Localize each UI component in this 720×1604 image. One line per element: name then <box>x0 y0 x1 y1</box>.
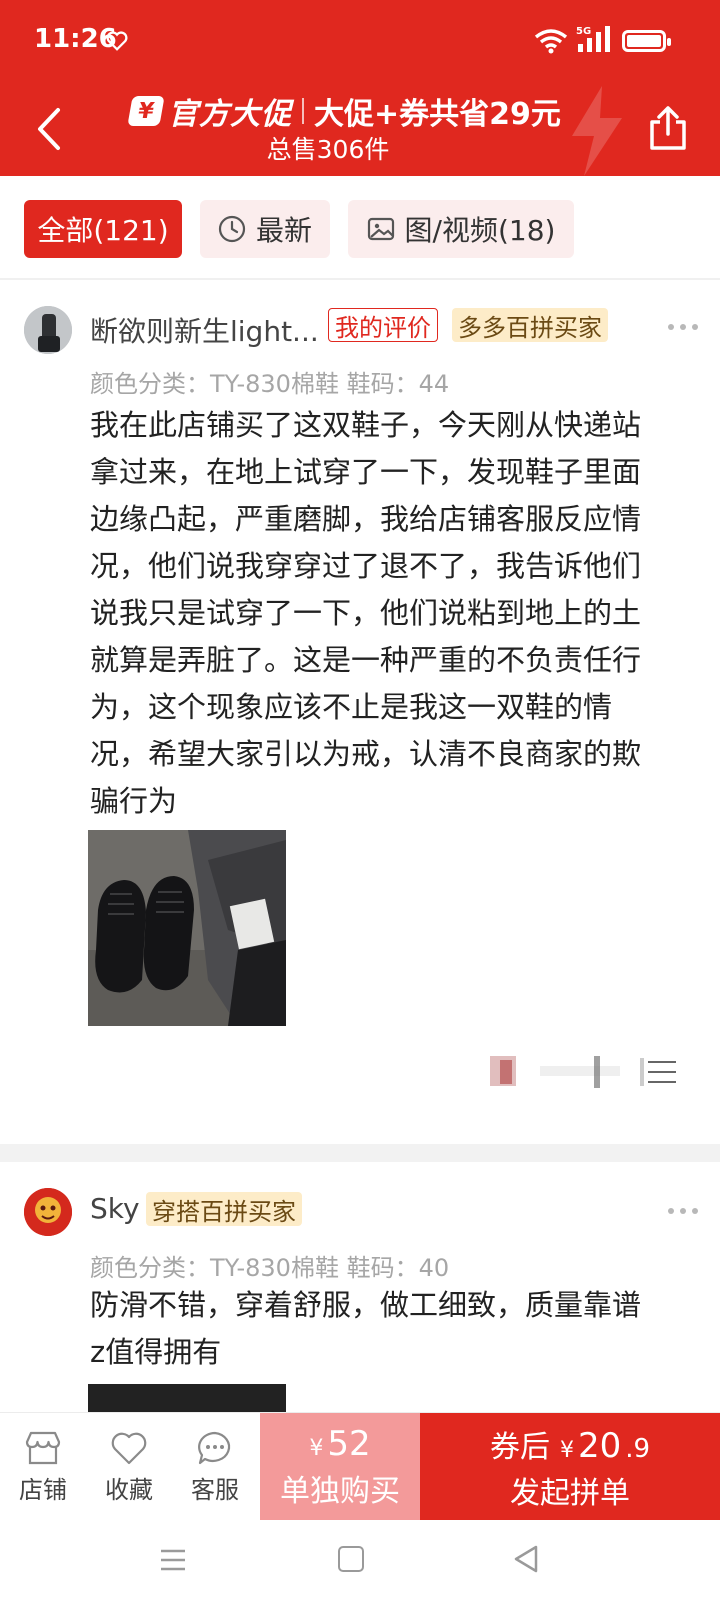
review-text-line: 我在此店铺买了这双鞋子，今天刚从快递站 <box>90 408 642 442</box>
buy-alone-button[interactable]: ¥ 52 单独购买 <box>260 1413 420 1521</box>
group-price-decimal: .9 <box>625 1434 651 1464</box>
top-header: 11:26 5G ¥ 官方大促 大促+券共省29元 总售306件 <box>0 0 720 176</box>
buyer-badge: 多多百拼买家 <box>452 308 608 342</box>
promo-divider <box>302 98 304 124</box>
my-review-badge: 我的评价 <box>328 308 438 342</box>
promo-banner: ¥ 官方大促 大促+券共省29元 <box>127 88 561 134</box>
review-text-line: 为，这个现象应该不止是我这一双鞋的情 <box>90 690 613 724</box>
review-item: Sky 穿搭百拼买家 颜色分类：TY-830棉鞋 鞋码：40 防滑不错，穿着舒服… <box>0 1162 720 1412</box>
review-photo[interactable] <box>88 830 286 1026</box>
review-text-line: 骗行为 <box>90 784 178 818</box>
yen-logo-icon: ¥ <box>127 96 165 126</box>
avatar-image <box>24 1188 72 1236</box>
tab-all[interactable]: 全部(121) <box>24 200 182 258</box>
group-buy-label: 发起拼单 <box>510 1476 630 1511</box>
signal-icon: 5G <box>576 26 610 52</box>
review-text-line: 况，希望大家引以为戒，认清不良商家的欺 <box>90 737 642 771</box>
more-options-icon[interactable] <box>668 324 698 332</box>
product-spec: 颜色分类：TY-830棉鞋 鞋码：44 <box>90 370 450 398</box>
service-label: 客服 <box>191 1475 239 1504</box>
product-spec: 颜色分类：TY-830棉鞋 鞋码：40 <box>90 1254 450 1282</box>
group-price-integer: 20 <box>577 1426 622 1466</box>
menu-icon[interactable] <box>160 1548 186 1572</box>
review-text-line: 况，他们说我穿穿过了退不了，我告诉他们 <box>90 549 642 583</box>
status-bar: 11:26 5G <box>0 0 720 80</box>
avatar[interactable] <box>24 1188 72 1236</box>
tab-label: 全部(121) <box>37 214 169 247</box>
review-text-line: 边缘凸起，严重磨脚，我给店铺客服反应情 <box>90 502 642 536</box>
store-label: 店铺 <box>19 1475 67 1504</box>
more-options-icon[interactable] <box>668 1208 698 1216</box>
total-sold-count: 总售306件 <box>266 135 390 164</box>
review-text-line: 说我只是试穿了一下，他们说粘到地上的土 <box>90 596 642 630</box>
review-content: 防滑不错，穿着舒服，做工细致，质量靠谱 z值得拥有 <box>90 1282 702 1376</box>
favorite-button[interactable]: 收藏 <box>86 1413 172 1521</box>
review-content: 我在此店铺买了这双鞋子，今天刚从快递站 拿过来，在地上试穿了一下，发现鞋子里面 … <box>90 402 702 825</box>
review-text-line: 就算是弄脏了。这是一种严重的不负责任行 <box>90 643 642 677</box>
image-icon <box>367 217 394 241</box>
share-button[interactable] <box>646 104 690 152</box>
clock-icon <box>218 215 246 243</box>
buyer-badge: 穿搭百拼买家 <box>146 1192 302 1226</box>
reviewer-name[interactable]: Sky <box>90 1192 140 1225</box>
tab-label: 图/视频(18) <box>404 214 556 247</box>
review-text-line: 防滑不错，穿着舒服，做工细致，质量靠谱 <box>90 1288 642 1322</box>
home-icon[interactable] <box>338 1546 364 1572</box>
store-icon <box>25 1431 61 1464</box>
avatar-image <box>24 306 72 354</box>
coupon-prefix: 券后 <box>489 1430 550 1465</box>
store-button[interactable]: 店铺 <box>0 1413 86 1521</box>
tab-latest[interactable]: 最新 <box>200 200 330 258</box>
heart-icon <box>111 1432 147 1464</box>
review-filter-tabs: 全部(121) 最新 图/视频(18) <box>0 176 720 280</box>
group-price: 券后 ¥ 20.9 <box>490 1422 650 1466</box>
review-text-line: 拿过来，在地上试穿了一下，发现鞋子里面 <box>90 455 642 489</box>
promo-savings-text: 大促+券共省29元 <box>314 97 561 132</box>
status-time: 11:26 <box>34 24 117 54</box>
promo-official-text: 官方大促 <box>168 97 292 132</box>
avatar[interactable] <box>24 306 72 354</box>
chat-bubble-icon <box>198 1431 231 1464</box>
buy-alone-label: 单独购买 <box>280 1474 400 1509</box>
bottom-action-bar: 店铺 收藏 客服 ¥ 52 单独购买 券后 ¥ 20.9 发起拼单 <box>0 1412 720 1521</box>
review-item: 断欲则新生light... 我的评价 多多百拼买家 颜色分类：TY-830棉鞋 … <box>0 282 720 1144</box>
single-price-value: 52 <box>327 1424 371 1464</box>
official-promo-logo: ¥ 官方大促 <box>127 89 292 133</box>
favorite-label: 收藏 <box>105 1475 153 1504</box>
heart-status-icon <box>106 31 128 51</box>
start-group-buy-button[interactable]: 券后 ¥ 20.9 发起拼单 <box>420 1413 720 1521</box>
reviewer-name[interactable]: 断欲则新生light... <box>90 310 319 350</box>
back-triangle-icon[interactable] <box>512 1544 540 1574</box>
currency-symbol: ¥ <box>309 1436 324 1461</box>
customer-service-button[interactable]: 客服 <box>172 1413 258 1521</box>
battery-icon <box>622 30 671 52</box>
system-navigation-bar <box>0 1520 720 1604</box>
shoes-photo-image <box>88 830 286 1026</box>
svg-text:5G: 5G <box>576 26 591 37</box>
review-text-line: z值得拥有 <box>90 1335 222 1369</box>
tab-photo-video[interactable]: 图/视频(18) <box>348 200 574 258</box>
review-photo[interactable] <box>88 1384 286 1412</box>
review-divider <box>0 1144 720 1162</box>
single-price: ¥ 52 <box>309 1424 370 1464</box>
currency-symbol: ¥ <box>559 1438 574 1463</box>
wifi-icon <box>534 29 568 54</box>
review-actions-blurred <box>490 1056 676 1088</box>
tab-label: 最新 <box>255 214 312 247</box>
